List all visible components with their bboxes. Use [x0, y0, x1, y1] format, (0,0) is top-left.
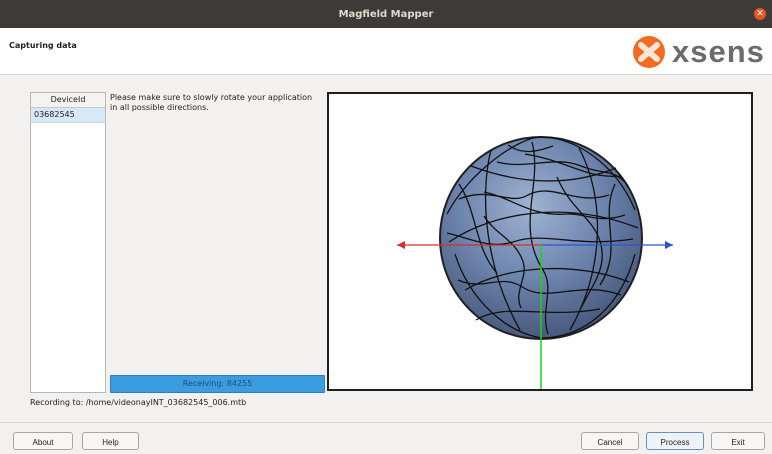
cancel-button[interactable]: Cancel [581, 432, 639, 450]
process-button[interactable]: Process [646, 432, 704, 450]
receiving-progress: Receiving: 84255 [110, 375, 325, 393]
page-title: Capturing data [9, 41, 77, 50]
help-button[interactable]: Help [82, 432, 139, 450]
exit-button[interactable]: Exit [711, 432, 765, 450]
x-axis-negative-arrow [397, 241, 405, 249]
about-button[interactable]: About [13, 432, 73, 450]
device-column-header: DeviceId [31, 93, 105, 108]
sphere-visualization [397, 136, 673, 389]
page-header: Capturing data xsens [0, 28, 772, 75]
3d-viewport[interactable] [327, 92, 753, 391]
x-axis-positive-arrow [665, 241, 673, 249]
brand-text: xsens [672, 34, 765, 69]
device-row[interactable]: 03682545 [31, 108, 105, 123]
window-title: Magfield Mapper [338, 8, 434, 20]
bottom-divider [0, 422, 772, 423]
close-icon[interactable]: ✕ [754, 8, 766, 20]
xsens-logo-icon [633, 36, 665, 68]
recording-path: Recording to: /home/videonayINT_03682545… [30, 398, 247, 407]
device-list: DeviceId 03682545 [30, 92, 106, 393]
window-titlebar: Magfield Mapper ✕ [0, 0, 772, 28]
xsens-logo: xsens [632, 32, 772, 72]
instruction-text: Please make sure to slowly rotate your a… [110, 93, 313, 112]
